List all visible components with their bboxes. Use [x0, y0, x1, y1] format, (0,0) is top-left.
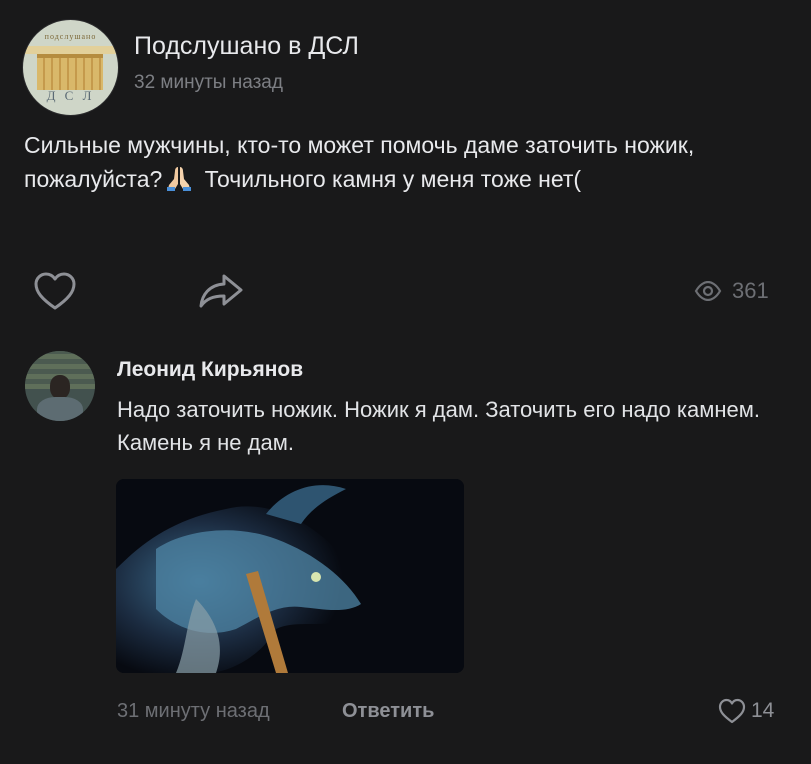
share-arrow-icon — [199, 274, 243, 308]
eye-icon — [694, 281, 722, 301]
reply-button[interactable]: Ответить — [342, 700, 434, 723]
like-button[interactable] — [32, 270, 78, 312]
group-avatar-lettering: Д С Л — [46, 88, 95, 103]
comment-author-name[interactable]: Леонид Кирьянов — [117, 358, 303, 382]
comment-author-avatar[interactable] — [25, 351, 95, 421]
comment-text: Надо заточить ножик. Ножик я дам. Заточи… — [117, 397, 760, 455]
views-count: 361 — [732, 278, 769, 303]
heart-icon — [34, 272, 76, 310]
group-name[interactable]: Подслушано в ДСЛ — [134, 32, 359, 61]
group-avatar[interactable]: подслушано Д С Л — [22, 19, 119, 116]
post-text-part2: Точильного камня у меня тоже нет( — [198, 166, 582, 192]
group-avatar-top-text: подслушано — [44, 32, 97, 41]
heart-icon — [718, 698, 746, 724]
comment-media-image[interactable] — [116, 479, 464, 673]
post-text: Сильные мужчины, кто-то может помочь дам… — [24, 128, 794, 196]
share-button[interactable] — [196, 270, 246, 312]
comment-like-count: 14 — [751, 699, 775, 722]
views-counter: 361 — [694, 278, 769, 304]
folded-hands-icon — [164, 165, 194, 191]
post-time: 32 минуты назад — [134, 72, 283, 93]
comment-like-button[interactable]: 14 — [717, 697, 774, 725]
comment-time: 31 минуту назад — [117, 700, 270, 722]
